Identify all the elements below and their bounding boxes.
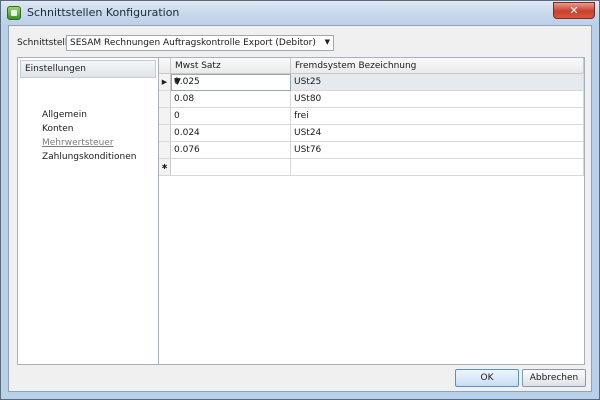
interface-select-value: SESAM Rechnungen Auftragskontrolle Expor… <box>70 38 316 48</box>
cell-bezeichnung-value: USt25 <box>294 77 322 87</box>
cell-mwst[interactable]: 0.024 <box>171 125 291 142</box>
cell-bezeichnung[interactable]: frei <box>291 108 584 125</box>
table-row[interactable]: 0.024 USt24 <box>159 125 584 142</box>
interface-label: Schnittstelle <box>17 38 73 48</box>
cell-bezeichnung[interactable] <box>291 159 584 176</box>
cell-bezeichnung-value: frei <box>294 111 309 121</box>
cell-mwst-value: 0.076 <box>174 145 200 155</box>
cell-bezeichnung-value: USt24 <box>294 128 322 138</box>
cell-bezeichnung-value: USt80 <box>294 94 322 104</box>
chevron-down-icon[interactable]: ▼ <box>325 38 330 46</box>
vat-grid: Mwst Satz Fremdsystem Bezeichnung ▶ 0.02… <box>158 57 585 365</box>
cell-bezeichnung-value: USt76 <box>294 145 322 155</box>
cell-bezeichnung[interactable]: USt80 <box>291 91 584 108</box>
dialog-window: Schnittstellen Konfiguration ✕ Schnittst… <box>0 0 600 400</box>
table-row[interactable]: 0.08 USt80 <box>159 91 584 108</box>
settings-sidebar: Einstellungen Allgemein Konten Mehrwerts… <box>17 57 159 365</box>
cell-bezeichnung[interactable]: USt24 <box>291 125 584 142</box>
cell-mwst[interactable]: 0.076 <box>171 142 291 159</box>
cancel-button[interactable]: Abbrechen <box>522 369 586 387</box>
interface-select[interactable]: SESAM Rechnungen Auftragskontrolle Expor… <box>66 35 334 51</box>
table-row[interactable]: 0.076 USt76 <box>159 142 584 159</box>
column-header-bezeichnung-label: Fremdsystem Bezeichnung <box>295 61 417 71</box>
cell-mwst-value: 0 <box>174 111 180 121</box>
dialog-client-area: Schnittstelle SESAM Rechnungen Auftragsk… <box>8 25 592 392</box>
column-header-mwst-label: Mwst Satz <box>175 61 221 71</box>
cell-mwst[interactable]: 0 <box>171 108 291 125</box>
new-row-asterisk-icon: ✱ <box>159 159 171 176</box>
column-header-bezeichnung[interactable]: Fremdsystem Bezeichnung <box>291 58 584 74</box>
title-bar[interactable]: Schnittstellen Konfiguration ✕ <box>1 1 599 25</box>
cell-mwst-value: 0.08 <box>174 94 195 104</box>
cell-mwst[interactable] <box>171 159 291 176</box>
row-indicator <box>159 91 171 108</box>
ok-button[interactable]: OK <box>455 369 519 387</box>
row-indicator <box>159 125 171 142</box>
close-icon: ✕ <box>569 4 579 17</box>
cell-mwst-value: 0.024 <box>174 128 200 138</box>
cell-mwst[interactable]: 0.025 ▼ <box>171 74 291 91</box>
sidebar-item-konten[interactable]: Konten <box>42 124 73 134</box>
close-button[interactable]: ✕ <box>553 2 595 19</box>
grid-corner-header <box>159 58 171 74</box>
app-icon <box>7 6 21 20</box>
sidebar-header-label: Einstellungen <box>25 64 87 74</box>
new-row[interactable]: ✱ <box>159 159 584 176</box>
row-indicator <box>159 142 171 159</box>
sidebar-header[interactable]: Einstellungen <box>20 60 156 78</box>
table-row[interactable]: ▶ 0.025 ▼ USt25 <box>159 74 584 91</box>
cell-bezeichnung[interactable]: USt76 <box>291 142 584 159</box>
window-title: Schnittstellen Konfiguration <box>27 6 180 19</box>
sidebar-item-allgemein[interactable]: Allgemein <box>42 110 87 120</box>
cell-mwst[interactable]: 0.08 <box>171 91 291 108</box>
row-indicator-current-icon: ▶ <box>159 74 171 91</box>
row-indicator <box>159 108 171 125</box>
sidebar-item-zahlungskonditionen[interactable]: Zahlungskonditionen <box>42 152 137 162</box>
sidebar-item-mehrwertsteuer[interactable]: Mehrwertsteuer <box>42 138 114 148</box>
chevron-down-icon[interactable]: ▼ <box>174 77 284 87</box>
cell-bezeichnung[interactable]: USt25 <box>291 74 584 91</box>
column-header-mwst[interactable]: Mwst Satz <box>171 58 291 74</box>
table-row[interactable]: 0 frei <box>159 108 584 125</box>
